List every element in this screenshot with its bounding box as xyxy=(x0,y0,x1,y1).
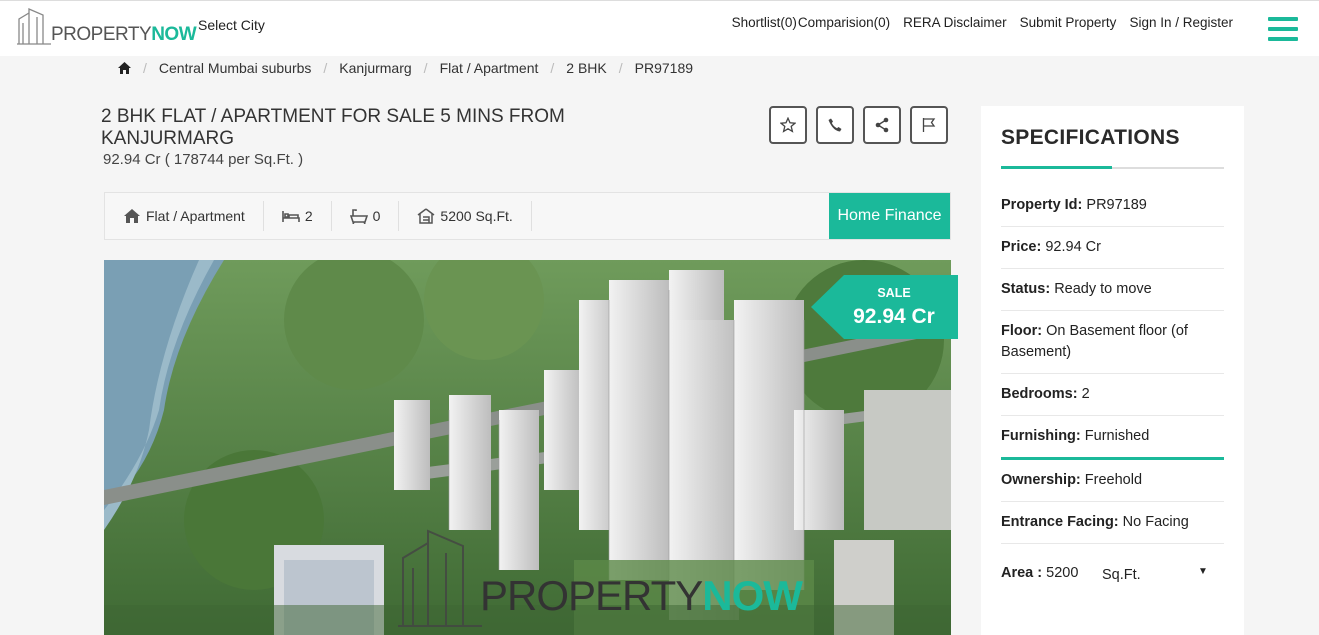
site-logo[interactable]: PROPERTYNOW xyxy=(17,7,197,47)
flag-icon xyxy=(922,118,936,132)
area-house-icon xyxy=(417,208,435,224)
spec-row-property-id: Property Id: PR97189 xyxy=(1001,195,1224,227)
site-header: PROPERTYNOW Select City Shortlist(0) Com… xyxy=(0,0,1319,56)
spec-value: 2 xyxy=(1081,386,1090,402)
bathtub-icon xyxy=(349,209,368,224)
logo-wordmark: PROPERTYNOW xyxy=(51,24,197,46)
report-button[interactable] xyxy=(910,106,948,144)
breadcrumb-item[interactable]: 2 BHK xyxy=(566,60,606,76)
spec-value: PR97189 xyxy=(1086,197,1147,213)
sale-price: 92.94 Cr xyxy=(853,305,935,328)
building-logo-icon xyxy=(17,8,51,45)
feature-baths-value: 0 xyxy=(372,208,381,224)
shortlist-button[interactable] xyxy=(769,106,807,144)
bed-icon xyxy=(282,211,300,222)
feature-bedrooms: 2 xyxy=(264,201,332,231)
feature-area: 5200 Sq.Ft. xyxy=(399,201,532,231)
spec-row-floor: Floor: On Basement floor (of Basement) xyxy=(1001,321,1224,374)
heading-underline xyxy=(1001,166,1224,169)
spec-label: Bedrooms: xyxy=(1001,386,1078,402)
breadcrumb-item[interactable]: Kanjurmarg xyxy=(339,60,411,76)
spec-row-furnishing: Furnishing: Furnished xyxy=(1001,426,1224,460)
spec-label: Property Id: xyxy=(1001,197,1083,213)
spec-row-status: Status: Ready to move xyxy=(1001,279,1224,311)
watermark-text-now: NOW xyxy=(702,572,803,619)
watermark-text-property: PROPERTY xyxy=(480,572,703,619)
feature-property-type: Flat / Apartment xyxy=(105,201,264,231)
listing-title: 2 BHK Flat / Apartment for sale 5 mins f… xyxy=(101,106,565,149)
nav-submit-property[interactable]: Submit Property xyxy=(1020,15,1117,30)
phone-icon xyxy=(828,118,842,132)
specifications-panel: SPECIFICATIONS Property Id: PR97189 Pric… xyxy=(981,106,1244,635)
photo-watermark: PROPERTYNOW xyxy=(480,572,803,620)
spec-value: No Facing xyxy=(1122,514,1189,530)
feature-bathrooms: 0 xyxy=(332,201,400,231)
spec-row-price: Price: 92.94 Cr xyxy=(1001,237,1224,269)
star-icon xyxy=(780,117,796,133)
watermark-building-icon xyxy=(398,529,482,627)
call-button[interactable] xyxy=(816,106,854,144)
select-city-link[interactable]: Select City xyxy=(198,17,265,33)
breadcrumb-item[interactable]: Central Mumbai suburbs xyxy=(159,60,312,76)
spec-value: 92.94 Cr xyxy=(1045,239,1101,255)
sale-label: SALE xyxy=(877,286,911,300)
feature-bar: Flat / Apartment 2 0 5200 Sq.Ft. Home Fi… xyxy=(104,192,951,240)
spec-label: Ownership: xyxy=(1001,472,1081,488)
feature-beds-value: 2 xyxy=(304,208,313,224)
nav-sign-in-register[interactable]: Sign In / Register xyxy=(1129,15,1233,30)
spec-value: Ready to move xyxy=(1054,281,1152,297)
share-icon xyxy=(875,117,889,133)
top-nav: Shortlist(0) Comparision(0) RERA Disclai… xyxy=(732,15,1233,30)
home-finance-button[interactable]: Home Finance xyxy=(829,193,950,239)
share-button[interactable] xyxy=(863,106,901,144)
dropdown-caret-icon[interactable]: ▼ xyxy=(1198,566,1208,577)
spec-label: Entrance Facing: xyxy=(1001,514,1119,530)
spec-label: Furnishing: xyxy=(1001,428,1081,444)
listing-actions xyxy=(769,106,957,144)
nav-rera-disclaimer[interactable]: RERA Disclaimer xyxy=(903,15,1007,30)
spec-label: Area : xyxy=(1001,565,1043,581)
home-icon[interactable] xyxy=(118,62,131,74)
spec-value: Furnished xyxy=(1084,428,1150,444)
nav-shortlist[interactable]: Shortlist(0) xyxy=(732,15,797,30)
spec-row-ownership: Ownership: Freehold xyxy=(1001,470,1224,502)
spec-value: 5200 xyxy=(1046,565,1079,581)
spec-label: Status: xyxy=(1001,281,1051,297)
logo-text-now: NOW xyxy=(151,24,197,45)
spec-row-bedrooms: Bedrooms: 2 xyxy=(1001,384,1224,416)
listing-price: 92.94 Cr ( 178744 per Sq.Ft. ) xyxy=(103,151,304,168)
spec-label: Floor: xyxy=(1001,323,1043,339)
spec-label: Price: xyxy=(1001,239,1042,255)
menu-hamburger-icon[interactable] xyxy=(1268,17,1298,43)
breadcrumb: / Central Mumbai suburbs / Kanjurmarg / … xyxy=(118,60,693,76)
area-unit-select[interactable]: Sq.Ft. xyxy=(1102,567,1141,583)
specifications-heading: SPECIFICATIONS xyxy=(1001,126,1180,149)
breadcrumb-current: PR97189 xyxy=(634,60,694,76)
spec-value: Freehold xyxy=(1084,472,1143,488)
spec-row-entrance-facing: Entrance Facing: No Facing xyxy=(1001,512,1224,544)
logo-text-property: PROPERTY xyxy=(51,24,152,45)
home-icon xyxy=(124,209,140,223)
breadcrumb-item[interactable]: Flat / Apartment xyxy=(440,60,539,76)
feature-type-label: Flat / Apartment xyxy=(146,208,245,224)
nav-comparison[interactable]: Comparision(0) xyxy=(798,15,890,30)
feature-area-value: 5200 Sq.Ft. xyxy=(440,208,513,224)
spec-row-area: Area : 5200 Sq.Ft. ▼ xyxy=(1001,565,1224,583)
